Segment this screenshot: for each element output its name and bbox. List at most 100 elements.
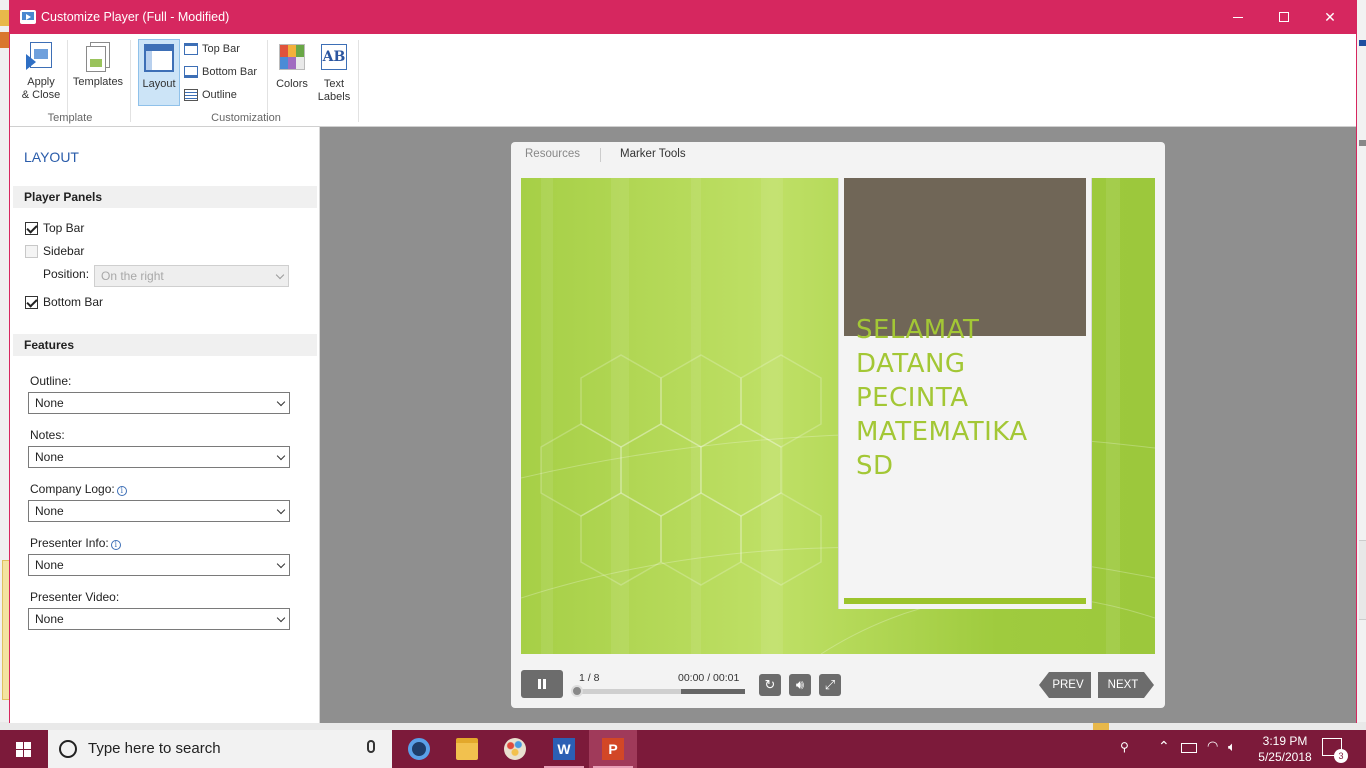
replay-icon: ↻ xyxy=(764,677,776,692)
presenter-info-select[interactable]: None xyxy=(28,554,290,576)
checkbox-checked-icon xyxy=(25,222,38,235)
tab-marker-tools[interactable]: Marker Tools xyxy=(620,148,686,160)
outline-select[interactable]: None xyxy=(28,392,290,414)
player-preview-area: Resources Marker Tools SELAMAT DATANG PE… xyxy=(320,127,1356,723)
panel-title: LAYOUT xyxy=(24,149,79,165)
info-icon[interactable]: i xyxy=(116,486,127,496)
cortana-icon xyxy=(59,740,77,758)
colors-icon xyxy=(279,44,305,70)
player-panels-heading: Player Panels xyxy=(13,186,317,208)
bottom-bar-button[interactable]: Bottom Bar xyxy=(184,63,257,81)
paint-icon xyxy=(504,738,526,760)
outline-button[interactable]: Outline xyxy=(184,86,237,104)
slide-accent-bar xyxy=(844,598,1086,604)
clock-time: 3:19 PM xyxy=(1262,734,1308,748)
minimize-icon xyxy=(1233,17,1243,18)
start-button[interactable] xyxy=(0,730,48,768)
close-icon: ✕ xyxy=(1324,9,1336,25)
notes-select[interactable]: None xyxy=(28,446,290,468)
layout-button-content[interactable]: Layout xyxy=(138,44,180,91)
presenter-info-field-label: Presenter Info: i xyxy=(30,536,121,550)
clock-date: 5/25/2018 xyxy=(1258,750,1312,764)
microphone-icon[interactable] xyxy=(367,740,375,753)
player-preview: Resources Marker Tools SELAMAT DATANG PE… xyxy=(511,142,1165,708)
taskbar-app-powerpoint[interactable]: P xyxy=(589,730,637,768)
outline-icon xyxy=(184,89,198,101)
top-bar-button[interactable]: Top Bar xyxy=(184,40,240,58)
slide-heading: SELAMAT DATANG PECINTA MATEMATIKA SD xyxy=(856,315,1028,481)
action-center-button[interactable]: 3 xyxy=(1322,738,1348,763)
battery-icon[interactable] xyxy=(1181,743,1197,753)
top-bar-icon xyxy=(184,43,198,55)
position-label: Position: xyxy=(43,267,90,281)
time-display: 00:00 / 00:01 xyxy=(678,672,740,684)
player-controls: 1 / 8 00:00 / 00:01 ↻ 🔊︎ ⤢ PREV NEXT xyxy=(511,662,1165,708)
layout-icon xyxy=(144,44,174,72)
checkbox-checked-icon xyxy=(25,296,38,309)
replay-button[interactable]: ↻ xyxy=(759,674,781,696)
slide-canvas: SELAMAT DATANG PECINTA MATEMATIKA SD xyxy=(521,178,1155,654)
chevron-down-icon xyxy=(276,397,286,407)
windows-logo-icon xyxy=(16,742,32,757)
notes-field-label: Notes: xyxy=(30,428,65,442)
bottom-bar-icon xyxy=(184,66,198,78)
position-select[interactable]: On the right xyxy=(94,265,289,287)
features-heading: Features xyxy=(13,334,317,356)
volume-button[interactable]: 🔊︎ xyxy=(789,674,811,696)
word-icon: W xyxy=(553,738,575,760)
volume-icon[interactable]: 🔈︎ xyxy=(1228,739,1244,768)
background-app-edge-bottom xyxy=(0,722,1366,730)
pause-button[interactable] xyxy=(521,670,563,698)
company-logo-select[interactable]: None xyxy=(28,500,290,522)
chevron-down-icon xyxy=(276,451,286,461)
layout-settings-panel: LAYOUT Player Panels Top Bar Sidebar Pos… xyxy=(10,127,320,723)
slide-counter: 1 / 8 xyxy=(579,672,600,684)
minimize-button[interactable] xyxy=(1215,1,1261,34)
fullscreen-icon: ⤢ xyxy=(824,677,836,692)
wifi-icon[interactable]: ◠ xyxy=(1207,738,1223,768)
bottom-bar-checkbox[interactable]: Bottom Bar xyxy=(25,295,103,311)
taskbar-app-media[interactable] xyxy=(395,730,443,768)
notification-count-badge: 3 xyxy=(1334,749,1348,763)
title-bar[interactable]: Customize Player (Full - Modified) ✕ xyxy=(10,1,1356,34)
text-labels-button[interactable]: AB Text Labels xyxy=(314,44,354,104)
presenter-video-select[interactable]: None xyxy=(28,608,290,630)
next-button[interactable]: NEXT xyxy=(1098,672,1154,698)
window-title: Customize Player (Full - Modified) xyxy=(41,10,230,24)
ribbon-toolbar: Apply & Close Templates Template Layout … xyxy=(10,34,1356,127)
customize-player-window: Customize Player (Full - Modified) ✕ App… xyxy=(9,0,1357,723)
top-bar-checkbox[interactable]: Top Bar xyxy=(25,221,84,237)
chevron-down-icon xyxy=(276,559,286,569)
colors-button[interactable]: Colors xyxy=(272,44,312,91)
chevron-up-icon[interactable]: ⌃ xyxy=(1158,738,1172,768)
group-label-customization: Customization xyxy=(211,112,281,124)
prev-button[interactable]: PREV xyxy=(1039,672,1091,698)
chevron-down-icon xyxy=(275,270,285,280)
templates-icon xyxy=(84,42,112,72)
seek-bar[interactable] xyxy=(571,685,745,697)
taskbar-app-word[interactable]: W xyxy=(540,730,588,768)
text-labels-icon: AB xyxy=(321,44,347,70)
company-logo-field-label: Company Logo: i xyxy=(30,482,127,496)
app-icon xyxy=(20,10,36,24)
folder-icon xyxy=(456,738,478,760)
fullscreen-button[interactable]: ⤢ xyxy=(819,674,841,696)
taskbar-clock[interactable]: 3:19 PM 5/25/2018 xyxy=(1250,733,1320,765)
apply-close-button[interactable]: Apply & Close xyxy=(18,42,64,102)
volume-icon: 🔊︎ xyxy=(795,677,805,692)
apply-icon xyxy=(26,42,56,72)
people-icon[interactable]: ⚲ xyxy=(1120,740,1136,768)
seek-handle[interactable] xyxy=(571,685,583,697)
close-button[interactable]: ✕ xyxy=(1307,1,1353,34)
sidebar-checkbox[interactable]: Sidebar xyxy=(25,244,84,260)
templates-button[interactable]: Templates xyxy=(70,42,126,89)
chevron-down-icon xyxy=(276,613,286,623)
tab-resources[interactable]: Resources xyxy=(525,148,580,160)
taskbar-app-file-explorer[interactable] xyxy=(443,730,491,768)
presenter-video-field-label: Presenter Video: xyxy=(30,590,120,604)
background-app-edge-right xyxy=(1356,0,1366,730)
maximize-button[interactable] xyxy=(1261,1,1307,34)
taskbar-search-box[interactable]: Type here to search xyxy=(48,730,392,768)
taskbar-app-paint[interactable] xyxy=(491,730,539,768)
info-icon[interactable]: i xyxy=(110,540,121,550)
